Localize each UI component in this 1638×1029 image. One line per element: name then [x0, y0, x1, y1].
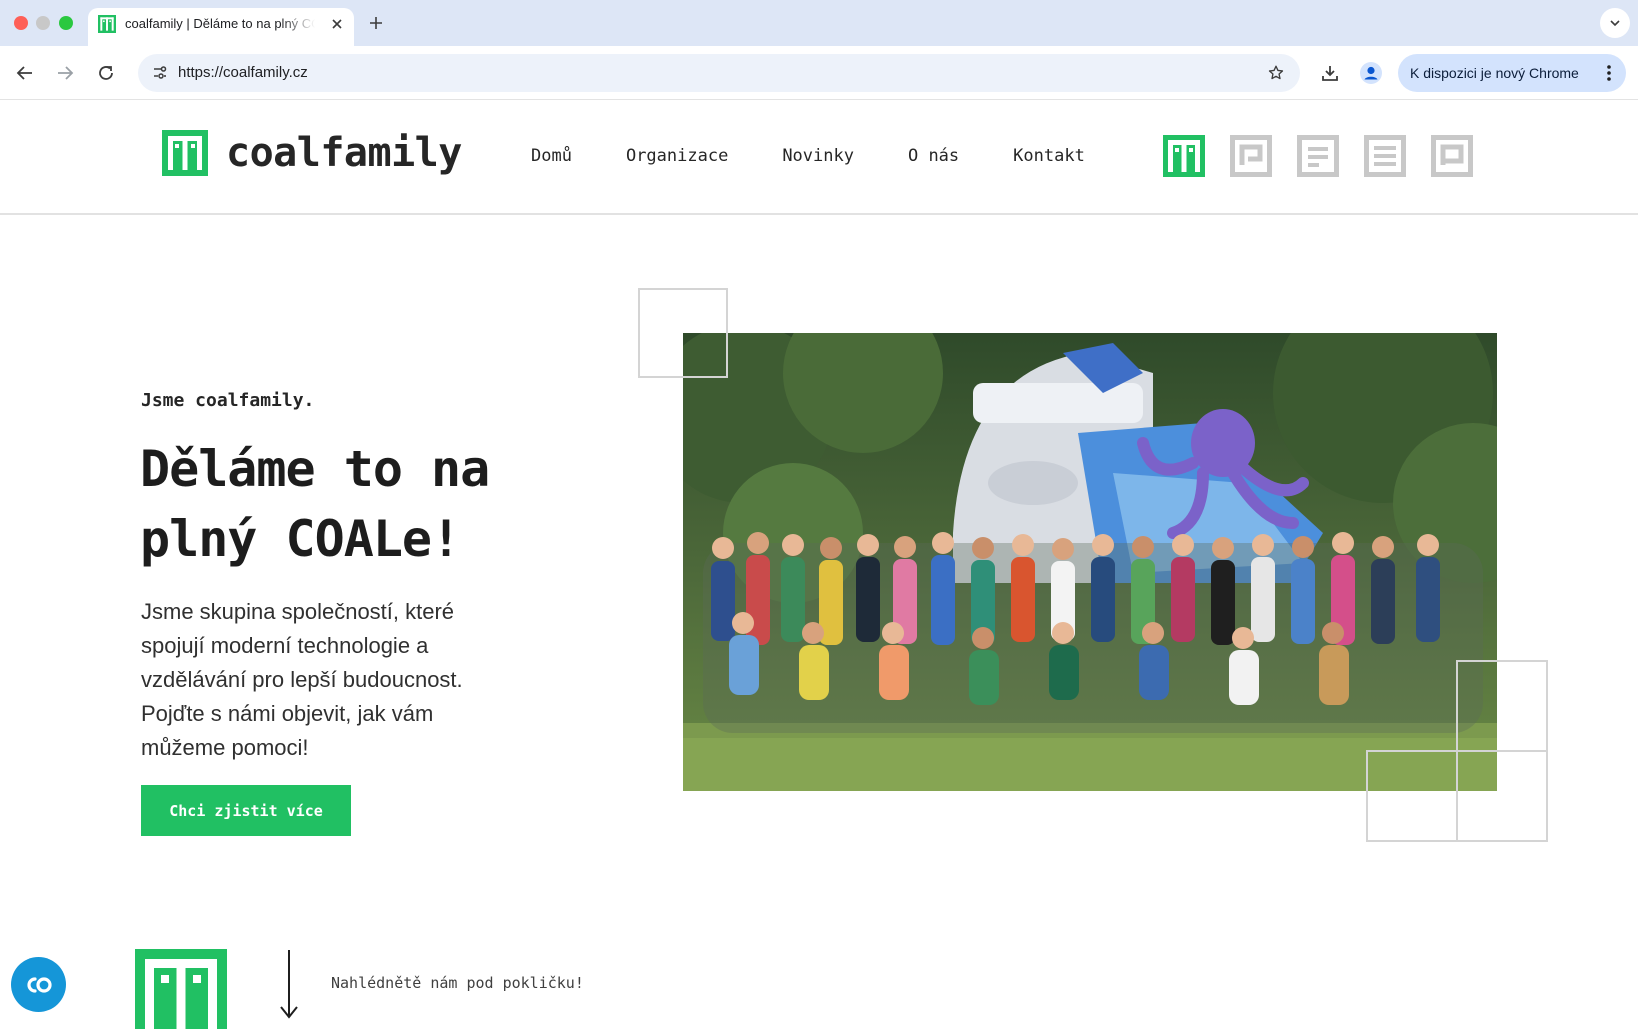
tab-close-icon[interactable]: [326, 13, 348, 35]
chrome-update-button[interactable]: K dispozici je nový Chrome: [1398, 54, 1626, 92]
decor-square: [1456, 660, 1548, 752]
main-nav: Domů Organizace Novinky O nás Kontakt: [531, 146, 1139, 166]
browser-tab-active[interactable]: coalfamily | Děláme to na plný COALe!: [88, 8, 354, 46]
arrow-down-icon[interactable]: [277, 950, 301, 1020]
peek-text: Nahlédnětě nám pod pokličku!: [331, 974, 584, 992]
site-header: coalfamily Domů Organizace Novinky O nás…: [0, 100, 1638, 215]
hero-headline: Děláme to na plný COALe!: [140, 440, 490, 568]
decor-square: [638, 288, 728, 378]
brand-icon-coalfamily[interactable]: [1163, 135, 1205, 177]
browser-tab-bar: coalfamily | Děláme to na plný COALe!: [0, 0, 1638, 46]
nav-link-novinky[interactable]: Novinky: [782, 146, 854, 166]
site-logo[interactable]: coalfamily: [162, 130, 462, 176]
chat-widget-button[interactable]: [11, 957, 66, 1012]
download-icon[interactable]: [1316, 59, 1344, 87]
coalfamily-logo-icon: [162, 130, 208, 176]
learn-more-button[interactable]: Chci zjistit více: [141, 785, 351, 836]
chat-icon: [26, 976, 52, 993]
window-zoom-button[interactable]: [59, 16, 73, 30]
address-bar[interactable]: https://coalfamily.cz: [138, 54, 1300, 92]
brand-icon-2[interactable]: [1297, 135, 1339, 177]
window-close-button[interactable]: [14, 16, 28, 30]
team-photo-illustration: [683, 333, 1497, 791]
back-arrow-icon[interactable]: [11, 59, 39, 87]
chrome-update-label: K dispozici je nový Chrome: [1410, 65, 1579, 81]
coalfamily-logo-large-icon: [135, 949, 227, 1029]
nav-link-o-nas[interactable]: O nás: [908, 146, 959, 166]
tab-search-chevron-icon[interactable]: [1600, 8, 1630, 38]
new-tab-plus-icon[interactable]: [364, 11, 388, 35]
nav-link-organizace[interactable]: Organizace: [626, 146, 728, 166]
team-photo: [683, 333, 1497, 791]
tab-title: coalfamily | Děláme to na plný COALe!: [125, 16, 315, 31]
profile-avatar-icon[interactable]: [1357, 59, 1385, 87]
nav-link-domu[interactable]: Domů: [531, 146, 572, 166]
window-minimize-button[interactable]: [36, 16, 50, 30]
site-settings-icon[interactable]: [146, 59, 174, 87]
reload-icon[interactable]: [92, 59, 120, 87]
decor-square: [1456, 750, 1548, 842]
coalfamily-favicon-icon: [98, 15, 116, 33]
hero-eyebrow: Jsme coalfamily.: [141, 390, 315, 411]
group-brand-icons: [1163, 135, 1498, 177]
brand-icon-3[interactable]: [1364, 135, 1406, 177]
hero-intro: Jsme skupina společností, které spojují …: [141, 599, 463, 760]
decor-square: [1366, 750, 1458, 842]
chrome-menu-icon[interactable]: [1598, 59, 1620, 87]
nav-link-kontakt[interactable]: Kontakt: [1013, 146, 1085, 166]
logo-text: coalfamily: [226, 130, 462, 176]
url-text[interactable]: https://coalfamily.cz: [178, 64, 308, 81]
brand-icon-1[interactable]: [1230, 135, 1272, 177]
brand-icon-4[interactable]: [1431, 135, 1473, 177]
forward-arrow-icon[interactable]: [51, 59, 79, 87]
browser-toolbar: https://coalfamily.cz K dispozici je nov…: [0, 46, 1638, 100]
bookmark-star-icon[interactable]: [1262, 59, 1290, 87]
